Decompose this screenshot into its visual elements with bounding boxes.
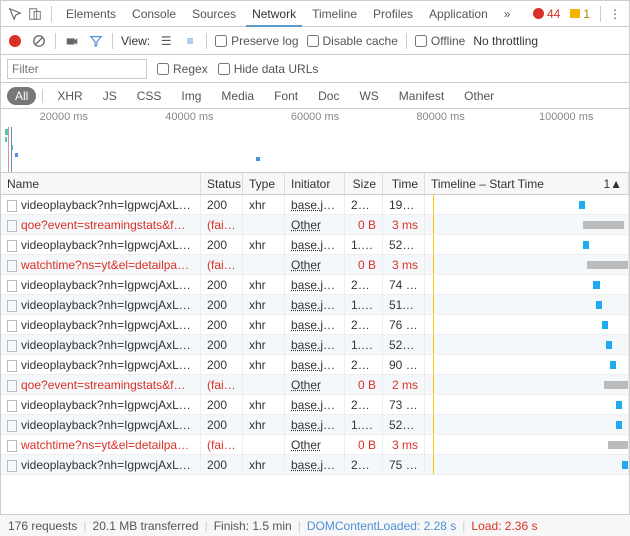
table-row[interactable]: videoplayback?nh=IgpwcjAxLnNl…200xhrbase… bbox=[1, 415, 629, 435]
type-css[interactable]: CSS bbox=[129, 87, 170, 105]
separator bbox=[206, 33, 207, 49]
table-row[interactable]: videoplayback?nh=IgpwcjAxLnNl…200xhrbase… bbox=[1, 455, 629, 475]
view-list-icon[interactable]: ☰ bbox=[158, 33, 174, 49]
table-row[interactable]: videoplayback?nh=IgpwcjAxLnNl…200xhrbase… bbox=[1, 275, 629, 295]
devtools-tabbar: ElementsConsoleSourcesNetworkTimelinePro… bbox=[1, 1, 629, 27]
type-filter-bar: All XHR JSCSSImgMediaFontDocWS ManifestOthe… bbox=[1, 83, 629, 109]
type-js[interactable]: JS bbox=[95, 87, 125, 105]
type-font[interactable]: Font bbox=[266, 87, 306, 105]
clear-button[interactable] bbox=[31, 33, 47, 49]
table-row[interactable]: watchtime?ns=yt&el=detailpage…(fail…Othe… bbox=[1, 435, 629, 455]
inspect-icon[interactable] bbox=[7, 6, 23, 22]
table-row[interactable]: videoplayback?nh=IgpwcjAxLnNl…200xhrbase… bbox=[1, 335, 629, 355]
offline-check[interactable]: Offline bbox=[415, 34, 465, 48]
table-row[interactable]: videoplayback?nh=IgpwcjAxLnNl…200xhrbase… bbox=[1, 295, 629, 315]
menu-icon[interactable]: ⋮ bbox=[607, 6, 623, 22]
table-row[interactable]: videoplayback?nh=IgpwcjAxLnNl…200xhrbase… bbox=[1, 235, 629, 255]
col-type[interactable]: Type bbox=[243, 173, 285, 194]
tab-profiles[interactable]: Profiles bbox=[367, 1, 419, 27]
finish-time: Finish: 1.5 min bbox=[214, 519, 292, 533]
request-table: videoplayback?nh=IgpwcjAxLnNl…200xhrbase… bbox=[1, 195, 629, 485]
separator bbox=[406, 33, 407, 49]
view-waterfall-icon[interactable]: ≡ bbox=[182, 33, 198, 49]
overview-timeline[interactable]: 20000 ms40000 ms60000 ms80000 ms100000 m… bbox=[1, 109, 629, 173]
col-size[interactable]: Size bbox=[345, 173, 383, 194]
load-time: Load: 2.36 s bbox=[471, 519, 537, 533]
filter-icon[interactable] bbox=[88, 33, 104, 49]
tab-sources[interactable]: Sources bbox=[186, 1, 242, 27]
tab-timeline[interactable]: Timeline bbox=[306, 1, 363, 27]
tab-application[interactable]: Application bbox=[423, 1, 494, 27]
tab-console[interactable]: Console bbox=[126, 1, 182, 27]
col-initiator[interactable]: Initiator bbox=[285, 173, 345, 194]
separator bbox=[600, 6, 601, 22]
error-badge[interactable]: 44 bbox=[529, 7, 564, 21]
tab-network[interactable]: Network bbox=[246, 1, 302, 27]
hide-data-urls-check[interactable]: Hide data URLs bbox=[218, 62, 319, 76]
type-all[interactable]: All bbox=[7, 87, 36, 105]
table-row[interactable]: videoplayback?nh=IgpwcjAxLnNl…200xhrbase… bbox=[1, 395, 629, 415]
table-row[interactable]: videoplayback?nh=IgpwcjAxLnNl…200xhrbase… bbox=[1, 315, 629, 335]
table-row[interactable]: qoe?event=streamingstats&fmt=…(fail…Othe… bbox=[1, 215, 629, 235]
type-ws[interactable]: WS bbox=[351, 87, 386, 105]
col-timeline[interactable]: Timeline – Start Time1▲ bbox=[425, 173, 629, 194]
view-label: View: bbox=[121, 34, 150, 48]
status-bar: 176 requests| 20.1 MB transferred| Finis… bbox=[0, 514, 630, 536]
warn-badge[interactable]: 1 bbox=[566, 7, 594, 21]
type-img[interactable]: Img bbox=[173, 87, 209, 105]
type-doc[interactable]: Doc bbox=[310, 87, 347, 105]
table-header: Name Status Type Initiator Size Time Tim… bbox=[1, 173, 629, 195]
separator bbox=[51, 6, 52, 22]
disable-cache-check[interactable]: Disable cache bbox=[307, 34, 398, 48]
type-other[interactable]: Other bbox=[456, 87, 502, 105]
request-count: 176 requests bbox=[8, 519, 77, 533]
preserve-log-check[interactable]: Preserve log bbox=[215, 34, 298, 48]
transfer-size: 20.1 MB transferred bbox=[93, 519, 199, 533]
dcl-time: DOMContentLoaded: 2.28 s bbox=[307, 519, 456, 533]
type-media[interactable]: Media bbox=[213, 87, 262, 105]
col-status[interactable]: Status bbox=[201, 173, 243, 194]
device-icon[interactable] bbox=[27, 6, 43, 22]
more-tabs[interactable]: » bbox=[498, 1, 517, 27]
separator bbox=[55, 33, 56, 49]
table-row[interactable]: videoplayback?nh=IgpwcjAxLnNl…200xhrbase… bbox=[1, 195, 629, 215]
table-row[interactable]: qoe?event=streamingstats&fmt=…(fail…Othe… bbox=[1, 375, 629, 395]
camera-icon[interactable] bbox=[64, 33, 80, 49]
separator bbox=[112, 33, 113, 49]
filter-input[interactable] bbox=[7, 59, 147, 79]
filter-bar: Regex Hide data URLs bbox=[1, 55, 629, 83]
col-name[interactable]: Name bbox=[1, 173, 201, 194]
throttling-select[interactable]: No throttling bbox=[473, 34, 538, 48]
table-row[interactable]: videoplayback?nh=IgpwcjAxLnNl…200xhrbase… bbox=[1, 355, 629, 375]
type-xhr[interactable]: XHR bbox=[49, 87, 90, 105]
regex-check[interactable]: Regex bbox=[157, 62, 208, 76]
table-row[interactable]: watchtime?ns=yt&el=detailpage…(fail…Othe… bbox=[1, 255, 629, 275]
network-toolbar: View: ☰ ≡ Preserve log Disable cache Off… bbox=[1, 27, 629, 55]
tab-elements[interactable]: Elements bbox=[60, 1, 122, 27]
record-button[interactable] bbox=[7, 33, 23, 49]
type-manifest[interactable]: Manifest bbox=[391, 87, 452, 105]
col-time[interactable]: Time bbox=[383, 173, 425, 194]
